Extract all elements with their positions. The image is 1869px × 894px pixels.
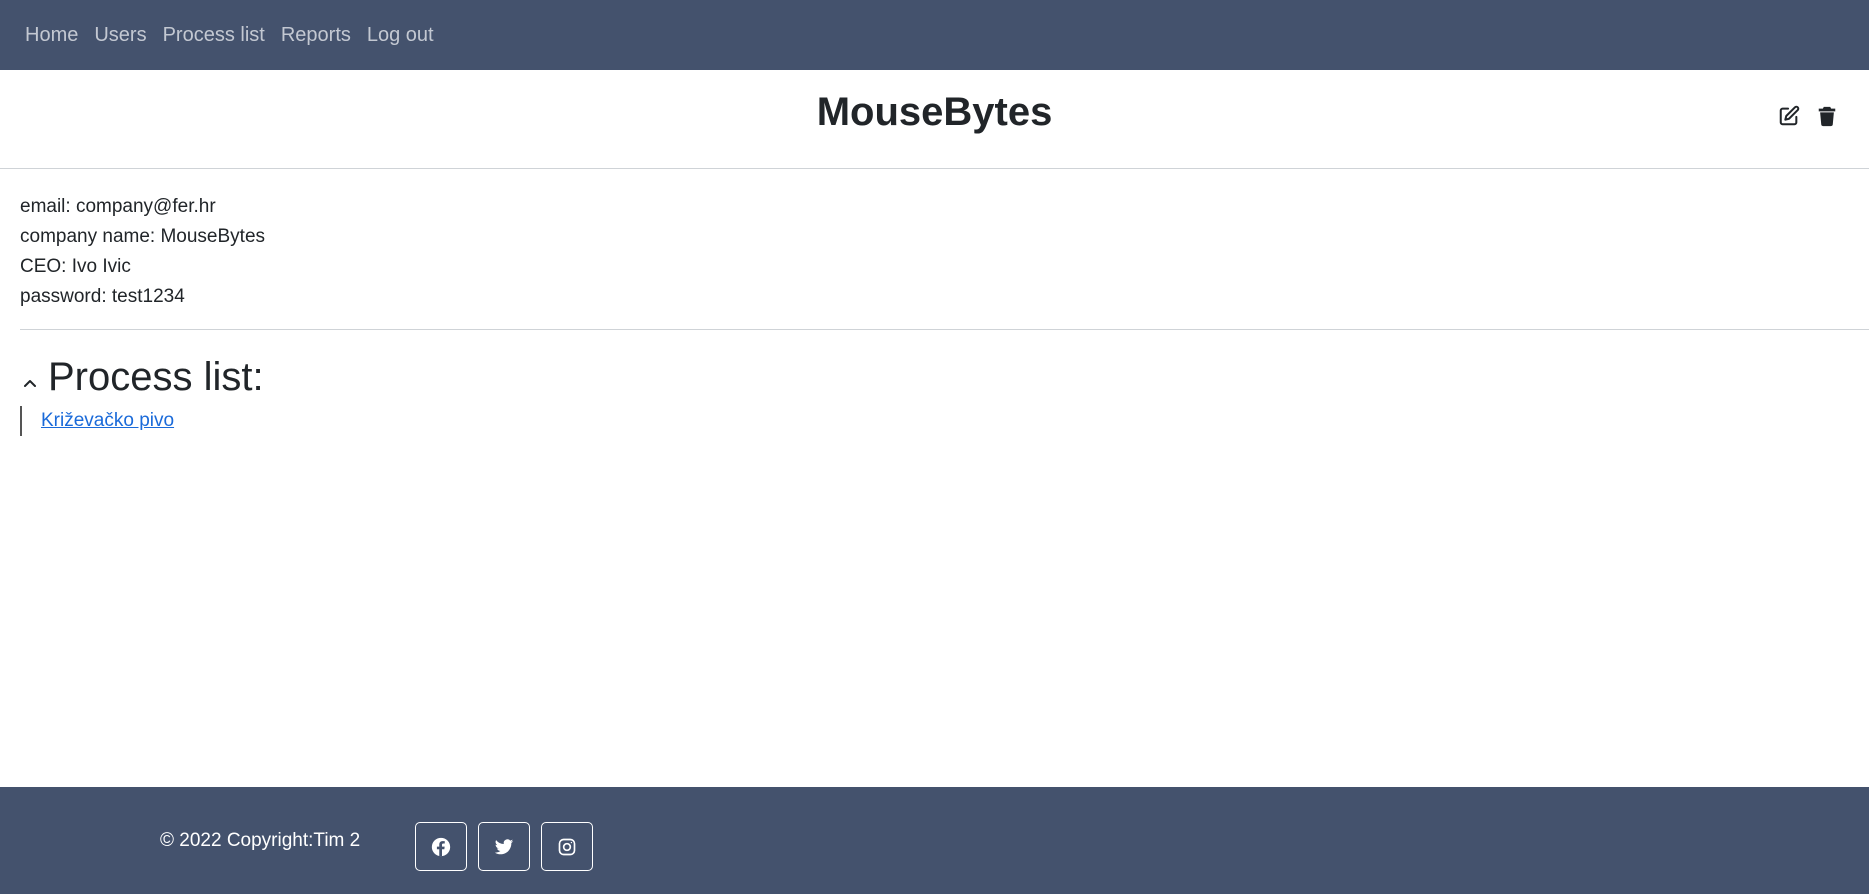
instagram-icon <box>558 838 576 855</box>
page-title: MouseBytes <box>816 90 1053 134</box>
delete-button[interactable] <box>1815 104 1839 128</box>
password-text: password: test1234 <box>20 286 185 307</box>
process-item-link[interactable]: Križevačko pivo <box>41 410 174 432</box>
process-list-toggle[interactable]: Process list: <box>20 355 264 400</box>
nav-home-link[interactable]: Home <box>25 24 78 47</box>
facebook-icon <box>431 837 451 856</box>
nav-reports-link[interactable]: Reports <box>281 24 351 47</box>
ceo-text: CEO: Ivo Ivic <box>20 256 131 277</box>
edit-icon <box>1779 105 1800 126</box>
top-navbar: Home Users Process list Reports Log out <box>0 0 1869 70</box>
header-actions <box>1777 104 1839 128</box>
facebook-button[interactable] <box>415 822 467 871</box>
copyright-text: © 2022 Copyright:Tim 2 <box>160 829 361 851</box>
nav-logout-link[interactable]: Log out <box>367 24 434 47</box>
nav-users-link[interactable]: Users <box>94 24 146 47</box>
chevron-up-icon <box>24 379 36 387</box>
process-list-items: Križevačko pivo <box>20 406 264 436</box>
edit-button[interactable] <box>1777 104 1801 128</box>
company-info: email: company@fer.hr company name: Mous… <box>20 192 265 312</box>
process-list-title: Process list: <box>48 355 264 399</box>
process-list-section: Process list: Križevačko pivo <box>20 355 264 436</box>
company-name-text: company name: MouseBytes <box>20 226 266 247</box>
social-links <box>415 822 593 871</box>
twitter-icon <box>494 838 514 854</box>
section-divider <box>20 329 1869 330</box>
email-text: email: company@fer.hr <box>20 196 216 217</box>
page-footer: © 2022 Copyright:Tim 2 <box>0 787 1869 894</box>
page-header: MouseBytes <box>0 70 1869 169</box>
trash-icon <box>1818 106 1836 127</box>
twitter-button[interactable] <box>478 822 530 871</box>
instagram-button[interactable] <box>541 822 593 871</box>
nav-process-list-link[interactable]: Process list <box>163 24 265 47</box>
